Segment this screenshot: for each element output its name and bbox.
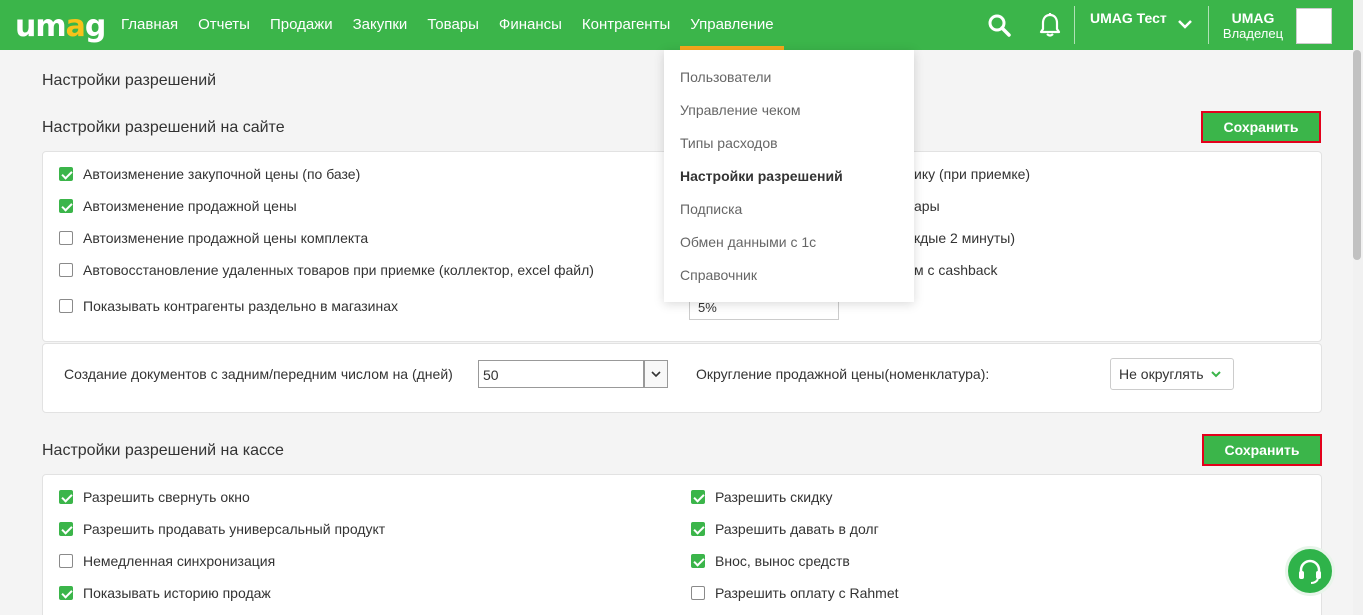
top-navbar: umag Главная Отчеты Продажи Закупки Това…: [0, 0, 1353, 50]
site-section-title: Настройки разрешений на сайте: [42, 119, 285, 136]
option-sales-history[interactable]: Показывать историю продаж: [59, 585, 271, 601]
headset-icon: [1299, 559, 1321, 584]
rounding-value: Не округлять: [1119, 366, 1204, 382]
checkbox[interactable]: [59, 167, 73, 181]
menu-item-permission-settings[interactable]: Настройки разрешений: [680, 168, 843, 184]
nav-item-sales[interactable]: Продажи: [260, 0, 343, 50]
option-label: Показывать историю продаж: [83, 585, 271, 601]
option-label-partial: м с cashback: [914, 262, 998, 278]
option-instant-sync[interactable]: Немедленная синхронизация: [59, 553, 275, 569]
option-label: Внос, вынос средств: [715, 553, 850, 569]
option-auto-purchase-price[interactable]: Автоизменение закупочной цены (по базе): [59, 166, 360, 182]
option-label: Разрешить продавать универсальный продук…: [83, 521, 386, 537]
days-dropdown-button[interactable]: [644, 360, 668, 388]
option-label: Автоизменение продажной цены комплекта: [83, 230, 369, 246]
option-label: Разрешить оплату с Rahmet: [715, 585, 899, 601]
option-label: Автоизменение закупочной цены (по базе): [83, 166, 361, 182]
checkbox[interactable]: [59, 490, 73, 504]
checkbox[interactable]: [59, 231, 73, 245]
save-button[interactable]: Сохранить: [1202, 434, 1322, 466]
search-icon[interactable]: [987, 13, 1011, 37]
menu-item-receipt-management[interactable]: Управление чеком: [680, 102, 801, 118]
management-dropdown-menu: Пользователи Управление чеком Типы расхо…: [664, 50, 914, 302]
checkbox[interactable]: [691, 490, 705, 504]
option-label-partial: ику (при приемке): [914, 166, 1031, 182]
checkbox[interactable]: [59, 199, 73, 213]
option-label: Немедленная синхронизация: [83, 553, 276, 569]
menu-item-1c-exchange[interactable]: Обмен данными с 1с: [680, 234, 816, 250]
checkbox[interactable]: [691, 522, 705, 536]
rounding-select[interactable]: Не округлять: [1110, 358, 1234, 390]
bell-icon[interactable]: [1038, 12, 1062, 38]
avatar[interactable]: [1296, 8, 1332, 44]
chevron-down-icon: [1210, 371, 1221, 378]
chevron-down-icon[interactable]: [1177, 16, 1193, 32]
header-divider: [1074, 6, 1075, 44]
nav-item-finance[interactable]: Финансы: [489, 0, 572, 50]
option-contractors-separately[interactable]: Показывать контрагенты раздельно в магаз…: [59, 298, 398, 314]
option-label-partial: кдые 2 минуты): [914, 230, 1016, 246]
checkbox[interactable]: [691, 586, 705, 600]
option-label-partial: ары: [914, 198, 940, 214]
main-nav: Главная Отчеты Продажи Закупки Товары Фи…: [111, 0, 785, 50]
option-label: Показывать контрагенты раздельно в магаз…: [83, 298, 399, 314]
option-allow-discount[interactable]: Разрешить скидку: [691, 489, 833, 505]
option-universal-product[interactable]: Разрешить продавать универсальный продук…: [59, 521, 385, 537]
support-chat-button[interactable]: [1285, 546, 1335, 596]
menu-item-subscription[interactable]: Подписка: [680, 201, 742, 217]
option-label: Автоизменение продажной цены: [83, 198, 297, 214]
checkbox[interactable]: [59, 522, 73, 536]
option-allow-minimize[interactable]: Разрешить свернуть окно: [59, 489, 250, 505]
page-title: Настройки разрешений: [42, 72, 217, 89]
menu-item-expense-types[interactable]: Типы расходов: [680, 135, 778, 151]
option-label: Разрешить скидку: [715, 489, 833, 505]
nav-item-management[interactable]: Управление: [680, 0, 785, 50]
option-auto-restore[interactable]: Автовосстановление удаленных товаров при…: [59, 262, 594, 278]
option-allow-debt[interactable]: Разрешить давать в долг: [691, 521, 879, 537]
checkbox[interactable]: [59, 299, 73, 313]
cash-section-title: Настройки разрешений на кассе: [42, 442, 284, 459]
option-cash-in-out[interactable]: Внос, вынос средств: [691, 553, 850, 569]
option-label: Разрешить свернуть окно: [83, 489, 250, 505]
nav-item-contractors[interactable]: Контрагенты: [572, 0, 680, 50]
option-auto-kit-price[interactable]: Автоизменение продажной цены комплекта: [59, 230, 368, 246]
user-role: Владелец: [1222, 26, 1284, 41]
rounding-label: Округление продажной цены(номенклатура):: [696, 366, 990, 382]
user-name: UMAG: [1231, 10, 1275, 26]
chevron-down-icon: [651, 371, 661, 378]
checkbox[interactable]: [59, 554, 73, 568]
option-label: Автовосстановление удаленных товаров при…: [83, 262, 594, 278]
days-input[interactable]: 50: [478, 360, 644, 388]
page-scrollbar[interactable]: [1353, 0, 1363, 615]
save-button[interactable]: Сохранить: [1201, 111, 1321, 143]
header-divider: [1208, 6, 1209, 44]
scrollbar-thumb[interactable]: [1353, 50, 1361, 260]
option-label: Разрешить давать в долг: [715, 521, 879, 537]
store-selector-label[interactable]: UMAG Тест: [1090, 10, 1167, 26]
checkbox[interactable]: [691, 554, 705, 568]
nav-item-products[interactable]: Товары: [417, 0, 489, 50]
umag-logo[interactable]: umag: [15, 9, 106, 44]
nav-item-purchases[interactable]: Закупки: [343, 0, 418, 50]
checkbox[interactable]: [59, 263, 73, 277]
checkbox[interactable]: [59, 586, 73, 600]
days-label: Создание документов с задним/передним чи…: [64, 366, 453, 382]
menu-item-directory[interactable]: Справочник: [680, 267, 757, 283]
option-auto-sale-price[interactable]: Автоизменение продажной цены: [59, 198, 297, 214]
nav-item-reports[interactable]: Отчеты: [188, 0, 260, 50]
option-rahmet-payment[interactable]: Разрешить оплату с Rahmet: [691, 585, 899, 601]
nav-item-home[interactable]: Главная: [111, 0, 188, 50]
menu-item-users[interactable]: Пользователи: [680, 69, 771, 85]
